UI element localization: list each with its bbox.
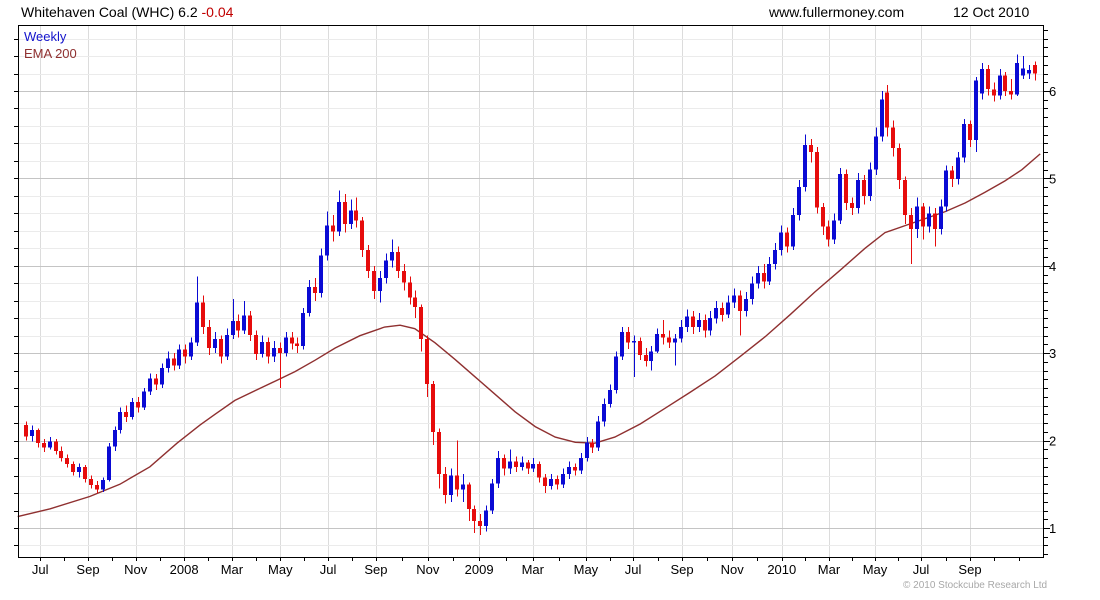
svg-text:2: 2: [1049, 434, 1056, 449]
y-axis-labels: 1 2 3 4 5 6: [1049, 84, 1056, 536]
stock-title: Whitehaven Coal (WHC) 6.2: [21, 4, 198, 20]
website-text: www.fullermoney.com: [769, 4, 905, 20]
svg-text:Mar: Mar: [818, 562, 841, 577]
svg-text:May: May: [863, 562, 888, 577]
copyright-notice: © 2010 Stockcube Research Ltd: [903, 580, 1048, 591]
svg-text:3: 3: [1049, 346, 1056, 361]
svg-text:Sep: Sep: [364, 562, 387, 577]
page-title: Whitehaven Coal (WHC) 6.2 -0.04: [21, 4, 233, 20]
svg-text:May: May: [268, 562, 293, 577]
chart-date: 12 Oct 2010: [953, 4, 1030, 20]
svg-text:2009: 2009: [465, 562, 494, 577]
svg-text:Nov: Nov: [721, 562, 745, 577]
vertical-gridlines: [40, 25, 971, 557]
svg-text:Sep: Sep: [671, 562, 694, 577]
svg-text:Jul: Jul: [913, 562, 930, 577]
svg-text:Jul: Jul: [625, 562, 642, 577]
svg-text:6: 6: [1049, 84, 1056, 99]
svg-text:4: 4: [1049, 259, 1056, 274]
legend-ema-label: EMA 200: [24, 46, 77, 61]
svg-text:Nov: Nov: [416, 562, 440, 577]
svg-text:May: May: [574, 562, 599, 577]
svg-text:5: 5: [1049, 171, 1056, 186]
svg-text:2008: 2008: [170, 562, 199, 577]
svg-text:Sep: Sep: [76, 562, 99, 577]
svg-text:Mar: Mar: [221, 562, 244, 577]
price-change: -0.04: [201, 4, 234, 20]
svg-text:Sep: Sep: [958, 562, 981, 577]
svg-text:Jul: Jul: [32, 562, 49, 577]
x-axis-labels: Jul Sep Nov 2008 Mar May Jul Sep Nov 2009 Mar May Ju…: [32, 562, 982, 577]
svg-text:Nov: Nov: [124, 562, 148, 577]
horizontal-gridlines: [18, 39, 1043, 546]
svg-text:1: 1: [1049, 521, 1056, 536]
svg-text:2010: 2010: [767, 562, 796, 577]
svg-text:Jul: Jul: [320, 562, 337, 577]
plot-border: [17, 24, 1045, 559]
svg-text:Mar: Mar: [522, 562, 545, 577]
price-chart-svg: 1 2 3 4 5 6 Jul Sep Nov 2008 Mar May Jul Sep Nov 2009 Ma…: [14, 24, 1056, 577]
axis-ticks: [14, 30, 1050, 561]
legend-timeframe-label: Weekly: [24, 29, 67, 44]
